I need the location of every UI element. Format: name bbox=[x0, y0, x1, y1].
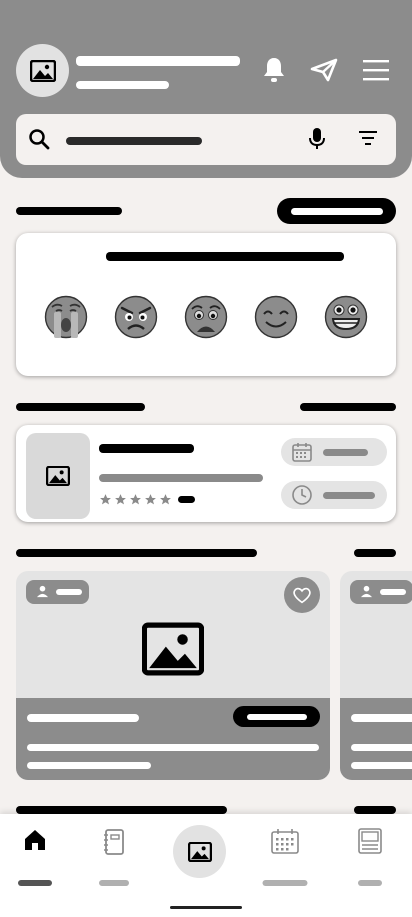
user-subtitle-line bbox=[76, 81, 169, 89]
user-icon bbox=[360, 585, 373, 598]
featured-card[interactable] bbox=[340, 571, 412, 780]
section-title-next bbox=[16, 806, 227, 814]
menu-icon[interactable] bbox=[362, 56, 390, 84]
nav-item-list[interactable] bbox=[340, 826, 400, 886]
nav-label-notebook bbox=[99, 880, 129, 886]
angry-face-icon[interactable] bbox=[114, 295, 158, 339]
calendar-icon bbox=[271, 829, 299, 854]
time-chip-line bbox=[323, 492, 375, 499]
nav-label-list bbox=[358, 880, 382, 886]
rating-count-line bbox=[178, 496, 195, 503]
star-icon bbox=[160, 494, 171, 505]
nav-item-center[interactable] bbox=[173, 825, 226, 878]
rating-stars bbox=[99, 493, 195, 506]
user-icon bbox=[36, 585, 49, 598]
home-icon bbox=[25, 830, 45, 850]
view-all-link[interactable] bbox=[300, 403, 396, 411]
section-title-appointments bbox=[16, 403, 145, 411]
featured-desc-line-2 bbox=[27, 762, 151, 769]
microphone-icon[interactable] bbox=[308, 127, 326, 151]
search-bar[interactable] bbox=[16, 114, 396, 165]
date-chip bbox=[281, 438, 387, 466]
search-placeholder-line bbox=[66, 137, 202, 145]
nav-label-home bbox=[18, 880, 52, 886]
list-icon bbox=[358, 828, 382, 854]
featured-card-footer bbox=[340, 698, 412, 780]
calendar-icon bbox=[292, 443, 312, 462]
mood-card bbox=[16, 233, 396, 376]
nav-label-calendar bbox=[262, 880, 308, 886]
home-indicator[interactable] bbox=[170, 906, 242, 909]
see-all-button[interactable] bbox=[277, 198, 396, 224]
date-chip-line bbox=[323, 449, 368, 456]
image-placeholder-icon bbox=[142, 622, 204, 676]
featured-card-footer bbox=[16, 698, 330, 780]
mood-question-line bbox=[106, 252, 344, 261]
crying-face-icon[interactable] bbox=[44, 295, 88, 339]
favorite-button[interactable] bbox=[284, 577, 320, 613]
user-badge-line bbox=[56, 589, 82, 595]
featured-desc-line-2 bbox=[351, 762, 412, 769]
featured-action-label-line bbox=[246, 713, 307, 720]
user-badge bbox=[26, 580, 89, 604]
appointment-title-line bbox=[99, 444, 194, 453]
star-icon bbox=[100, 494, 111, 505]
search-icon bbox=[29, 129, 50, 150]
see-all-label-line bbox=[290, 207, 383, 215]
send-icon[interactable] bbox=[310, 56, 338, 84]
notebook-icon bbox=[104, 829, 124, 855]
clock-icon bbox=[292, 485, 312, 505]
star-icon bbox=[130, 494, 141, 505]
view-all-next-link[interactable] bbox=[354, 806, 396, 814]
filter-icon[interactable] bbox=[358, 129, 378, 147]
user-badge bbox=[350, 580, 412, 604]
section-title-mood bbox=[16, 207, 122, 215]
smiling-face-icon[interactable] bbox=[254, 295, 298, 339]
bottom-nav bbox=[0, 814, 412, 917]
nav-item-home[interactable] bbox=[5, 826, 65, 886]
appointment-thumbnail bbox=[26, 433, 90, 519]
image-placeholder-icon bbox=[29, 59, 56, 82]
heart-icon bbox=[293, 587, 311, 604]
featured-title-line bbox=[27, 714, 139, 722]
worried-face-icon[interactable] bbox=[184, 295, 228, 339]
appointment-subtitle-line bbox=[99, 474, 263, 482]
header bbox=[0, 0, 412, 178]
star-icon bbox=[115, 494, 126, 505]
featured-title-line bbox=[351, 714, 412, 722]
nav-item-calendar[interactable] bbox=[255, 826, 315, 886]
user-badge-line bbox=[380, 589, 406, 595]
nav-item-notebook[interactable] bbox=[84, 826, 144, 886]
image-icon bbox=[187, 841, 212, 862]
user-name-line bbox=[76, 56, 240, 66]
view-all-featured-link[interactable] bbox=[354, 549, 396, 557]
time-chip bbox=[281, 481, 387, 509]
star-icon bbox=[145, 494, 156, 505]
featured-action-button[interactable] bbox=[233, 706, 320, 727]
bell-icon[interactable] bbox=[260, 56, 288, 84]
section-title-featured bbox=[16, 549, 257, 557]
featured-desc-line-1 bbox=[351, 744, 412, 751]
grinning-face-icon[interactable] bbox=[324, 295, 368, 339]
featured-card[interactable] bbox=[16, 571, 330, 780]
avatar[interactable] bbox=[16, 44, 69, 97]
image-placeholder-icon bbox=[46, 466, 70, 486]
appointment-card[interactable] bbox=[16, 425, 396, 522]
featured-desc-line-1 bbox=[27, 744, 319, 751]
